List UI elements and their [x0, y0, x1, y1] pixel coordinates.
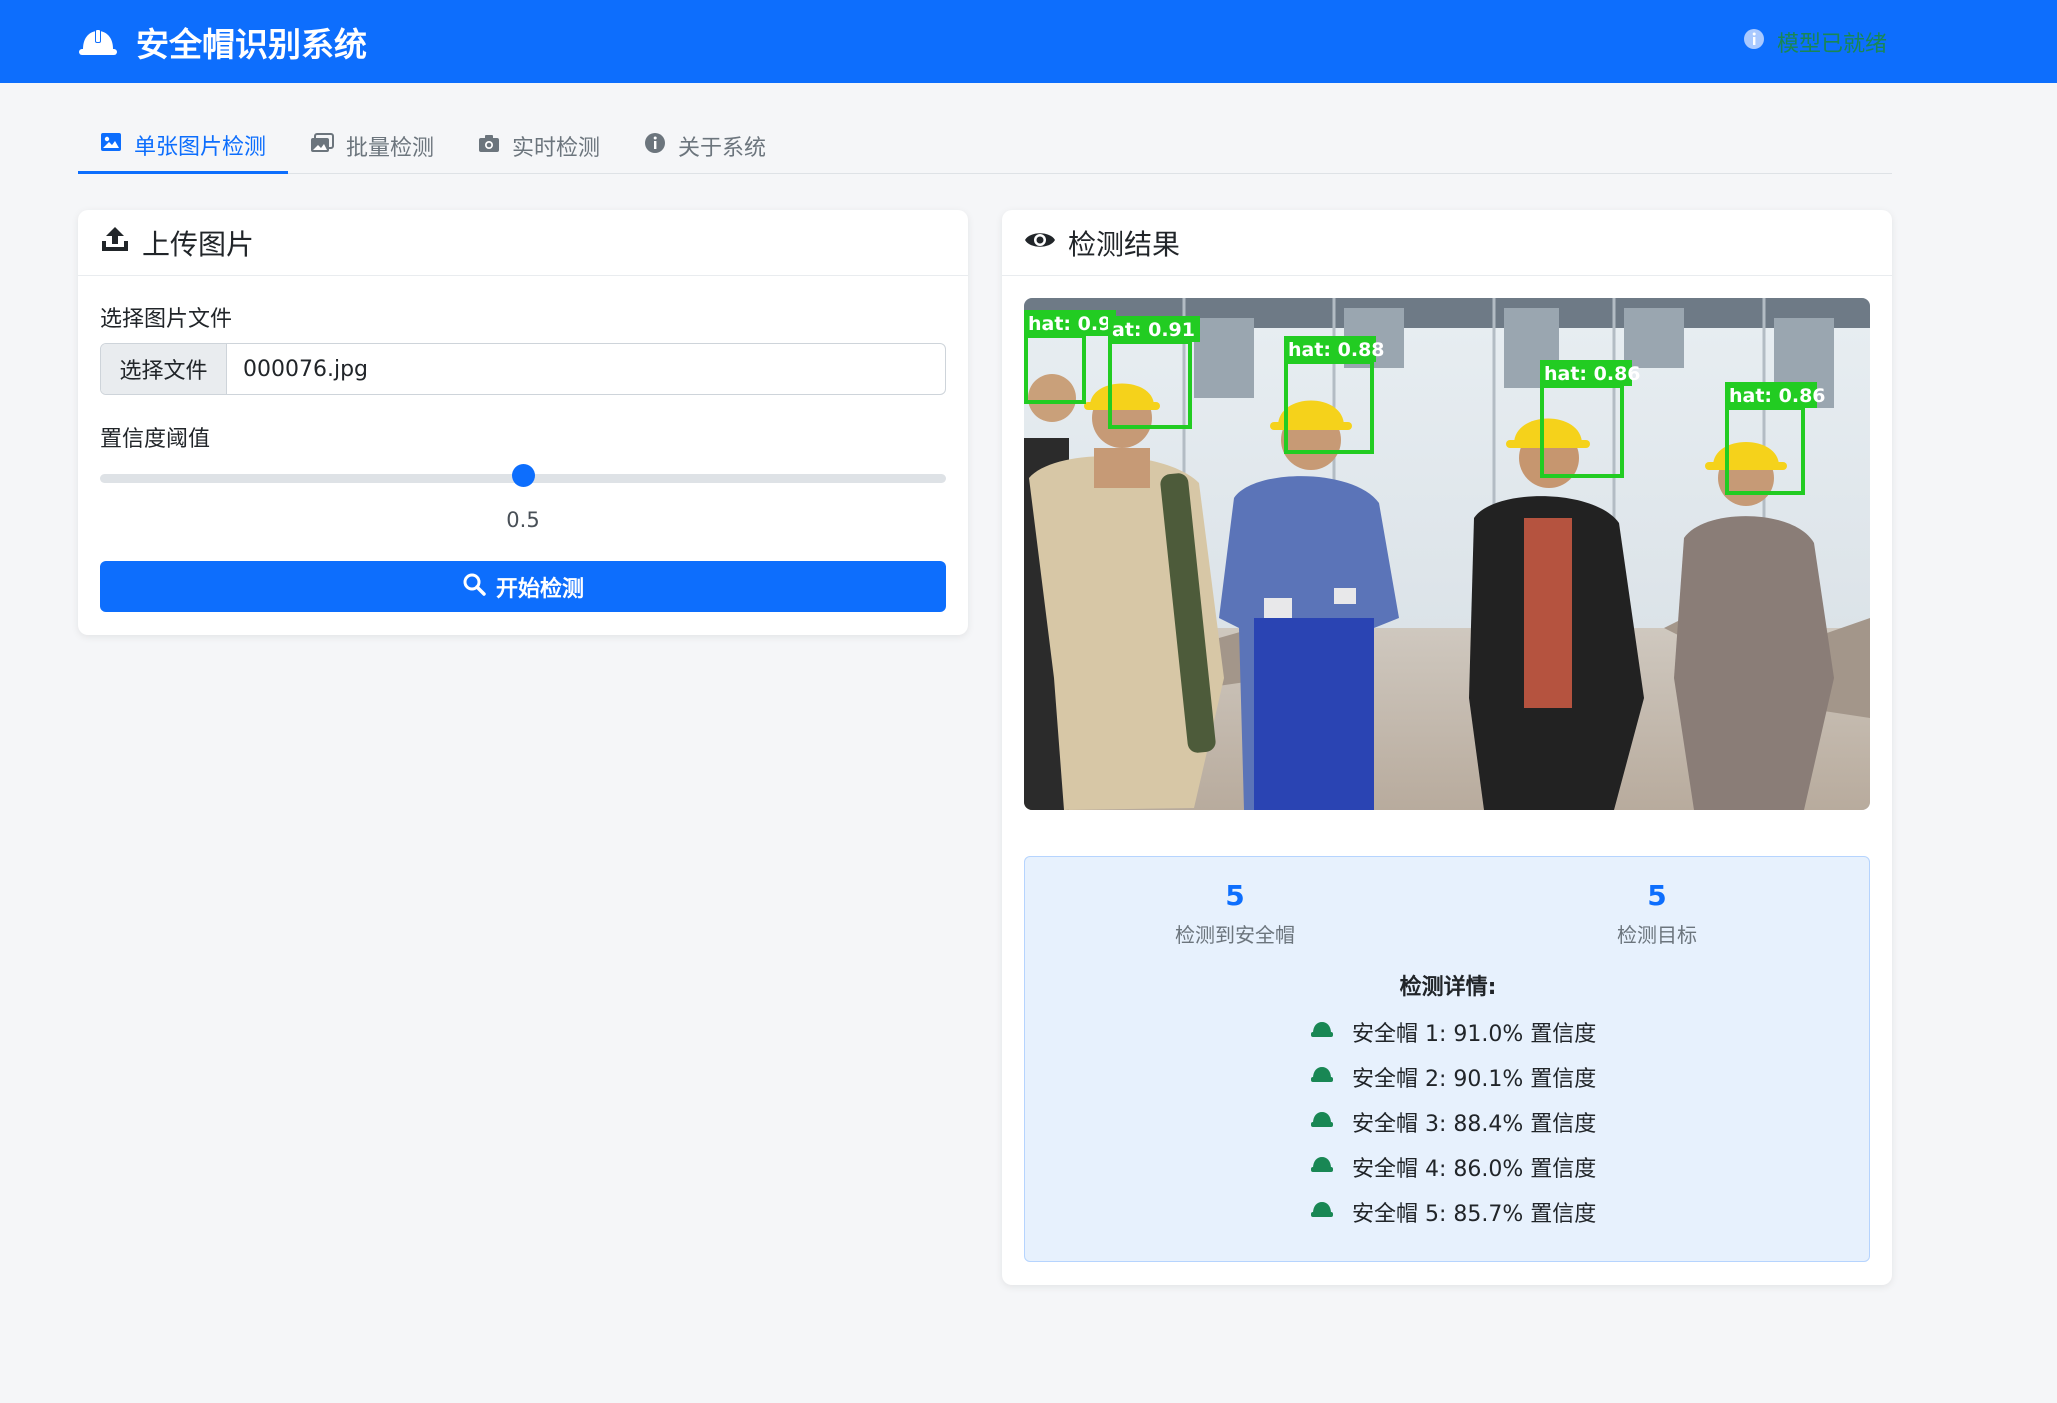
- tab-about[interactable]: 关于系统: [622, 118, 788, 174]
- detail-list: 安全帽 1: 91.0% 置信度 安全帽 2: 90.1% 置信度 安全帽 3:…: [1310, 1009, 1596, 1234]
- info-circle-icon: [644, 132, 666, 160]
- detection-result-image: hat: 0.90 at: 0.91 hat: 0.88 hat: 0.86 hat: …: [1024, 298, 1870, 810]
- detection-label: hat: 0.88: [1288, 339, 1385, 361]
- result-card: 检测结果 hat: 0.90 at: 0.91 hat: 0.88 hat: 0…: [1002, 210, 1892, 1285]
- choose-file-button[interactable]: 选择文件: [101, 344, 227, 394]
- confidence-value: 0.5: [506, 508, 540, 532]
- target-count: 5: [1647, 879, 1667, 912]
- detail-text: 安全帽 3: 88.4% 置信度: [1352, 1111, 1597, 1137]
- tab-label: 关于系统: [678, 136, 767, 161]
- hard-hat-icon: [78, 27, 118, 57]
- list-item: 安全帽 3: 88.4% 置信度: [1310, 1099, 1596, 1144]
- tab-label: 批量检测: [346, 136, 435, 161]
- list-item: 安全帽 5: 85.7% 置信度: [1310, 1189, 1596, 1234]
- detail-text: 安全帽 2: 90.1% 置信度: [1352, 1066, 1597, 1092]
- tab-batch[interactable]: 批量检测: [288, 118, 456, 174]
- info-circle-icon: [1743, 28, 1765, 56]
- start-detect-button[interactable]: 开始检测: [100, 561, 946, 612]
- tab-label: 单张图片检测: [134, 134, 267, 160]
- helmet-count: 5: [1225, 879, 1245, 912]
- list-item: 安全帽 1: 91.0% 置信度: [1310, 1009, 1596, 1054]
- tab-realtime[interactable]: 实时检测: [456, 118, 622, 174]
- tab-bar: 单张图片检测 批量检测 实时检测 关于系统: [78, 118, 1892, 174]
- search-icon: [462, 572, 486, 602]
- upload-card-title: 上传图片: [142, 227, 255, 261]
- confidence-slider-thumb[interactable]: [511, 464, 535, 487]
- brand[interactable]: 安全帽识别系统: [78, 0, 367, 83]
- list-item: 安全帽 2: 90.1% 置信度: [1310, 1054, 1596, 1099]
- upload-icon: [100, 225, 130, 260]
- upload-card-header: 上传图片: [78, 210, 968, 276]
- file-name: 000076.jpg: [243, 356, 369, 382]
- hard-hat-icon: [1310, 1199, 1334, 1224]
- image-icon: [100, 132, 122, 158]
- file-label: 选择图片文件: [100, 307, 233, 332]
- file-input[interactable]: 选择文件 000076.jpg: [100, 343, 946, 395]
- eye-icon: [1024, 226, 1056, 259]
- hard-hat-icon: [1310, 1064, 1334, 1089]
- model-status: 模型已就绪: [1743, 0, 1887, 83]
- target-count-label: 检测目标: [1617, 923, 1697, 947]
- camera-icon: [478, 133, 500, 159]
- top-navbar: 安全帽识别系统 模型已就绪: [0, 0, 2057, 83]
- detection-label: hat: 0.86: [1544, 363, 1641, 385]
- app-title: 安全帽识别系统: [136, 24, 367, 64]
- hard-hat-icon: [1310, 1019, 1334, 1044]
- tab-single-image[interactable]: 单张图片检测: [78, 118, 289, 174]
- detail-text: 安全帽 4: 86.0% 置信度: [1352, 1156, 1597, 1182]
- hard-hat-icon: [1310, 1154, 1334, 1179]
- details-title: 检测详情:: [1399, 975, 1497, 1000]
- model-status-text: 模型已就绪: [1777, 31, 1888, 57]
- images-icon: [310, 133, 335, 159]
- upload-card: 上传图片 选择图片文件 选择文件 000076.jpg 置信度阈值 0.5 开始…: [78, 210, 968, 635]
- list-item: 安全帽 4: 86.0% 置信度: [1310, 1144, 1596, 1189]
- start-detect-label: 开始检测: [495, 576, 584, 602]
- result-card-title: 检测结果: [1068, 227, 1181, 261]
- detail-text: 安全帽 5: 85.7% 置信度: [1352, 1201, 1597, 1227]
- detection-label: hat: 0.86: [1729, 385, 1826, 407]
- detection-label: at: 0.91: [1112, 319, 1195, 341]
- confidence-label: 置信度阈值: [100, 427, 211, 452]
- helmet-count-label: 检测到安全帽: [1175, 923, 1295, 947]
- detail-text: 安全帽 1: 91.0% 置信度: [1352, 1021, 1597, 1047]
- tab-label: 实时检测: [512, 136, 601, 161]
- result-card-header: 检测结果: [1002, 210, 1892, 276]
- hard-hat-icon: [1310, 1109, 1334, 1134]
- detection-stats: 5 检测到安全帽 5 检测目标 检测详情: 安全帽 1: 91.0% 置信度 安…: [1024, 856, 1870, 1262]
